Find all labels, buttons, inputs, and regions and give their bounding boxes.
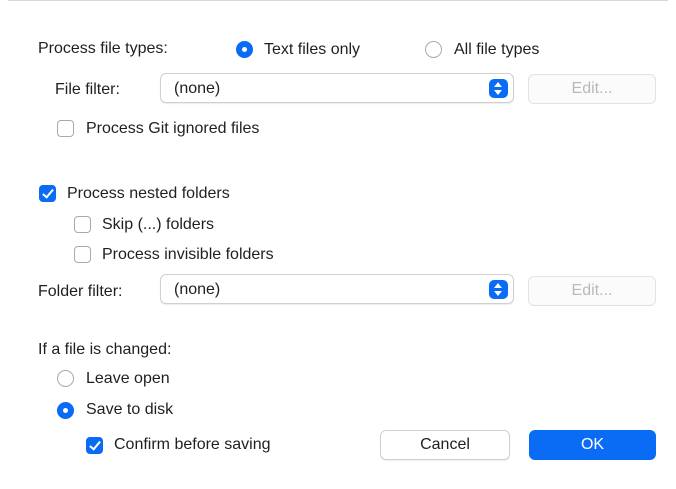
folder-filter-edit-button[interactable]: Edit...: [528, 276, 656, 306]
radio-text-files-only-control[interactable]: [236, 41, 253, 58]
checkbox-invisible-folders-control[interactable]: [74, 246, 91, 263]
file-filter-popup[interactable]: (none): [160, 73, 514, 103]
checkbox-confirm-saving-control[interactable]: [86, 437, 103, 454]
radio-save-to-disk-label[interactable]: Save to disk: [86, 400, 173, 420]
checkbox-git-ignored-label[interactable]: Process Git ignored files: [86, 119, 259, 139]
popup-stepper-icon: [489, 280, 508, 299]
checkbox-invisible-folders-label[interactable]: Process invisible folders: [102, 245, 274, 265]
folder-filter-popup[interactable]: (none): [160, 274, 514, 304]
cancel-button[interactable]: Cancel: [380, 430, 510, 460]
folder-filter-value: (none): [174, 281, 221, 298]
checkbox-git-ignored-control[interactable]: [57, 120, 74, 137]
checkbox-confirm-saving-label[interactable]: Confirm before saving: [114, 435, 271, 455]
checkbox-nested-folders-label[interactable]: Process nested folders: [67, 184, 230, 204]
radio-text-files-only-label[interactable]: Text files only: [264, 40, 360, 60]
process-file-types-label: Process file types:: [38, 40, 168, 57]
radio-all-file-types-label[interactable]: All file types: [454, 40, 539, 60]
if-file-changed-label: If a file is changed:: [38, 341, 172, 358]
top-divider: [8, 0, 668, 10]
radio-leave-open-control[interactable]: [57, 370, 74, 387]
checkbox-skip-folders-control[interactable]: [74, 216, 91, 233]
folder-filter-label: Folder filter:: [38, 283, 123, 300]
dialog: Process file types: Text files only All …: [0, 0, 676, 489]
popup-stepper-icon: [489, 79, 508, 98]
file-filter-edit-button[interactable]: Edit...: [528, 74, 656, 104]
checkbox-skip-folders-label[interactable]: Skip (...) folders: [102, 215, 214, 235]
file-filter-value: (none): [174, 80, 221, 97]
radio-leave-open-label[interactable]: Leave open: [86, 369, 170, 389]
radio-save-to-disk-control[interactable]: [57, 402, 74, 419]
radio-all-file-types-control[interactable]: [425, 41, 442, 58]
ok-button[interactable]: OK: [529, 430, 656, 460]
file-filter-label: File filter:: [55, 81, 120, 98]
checkbox-nested-folders-control[interactable]: [39, 185, 56, 202]
